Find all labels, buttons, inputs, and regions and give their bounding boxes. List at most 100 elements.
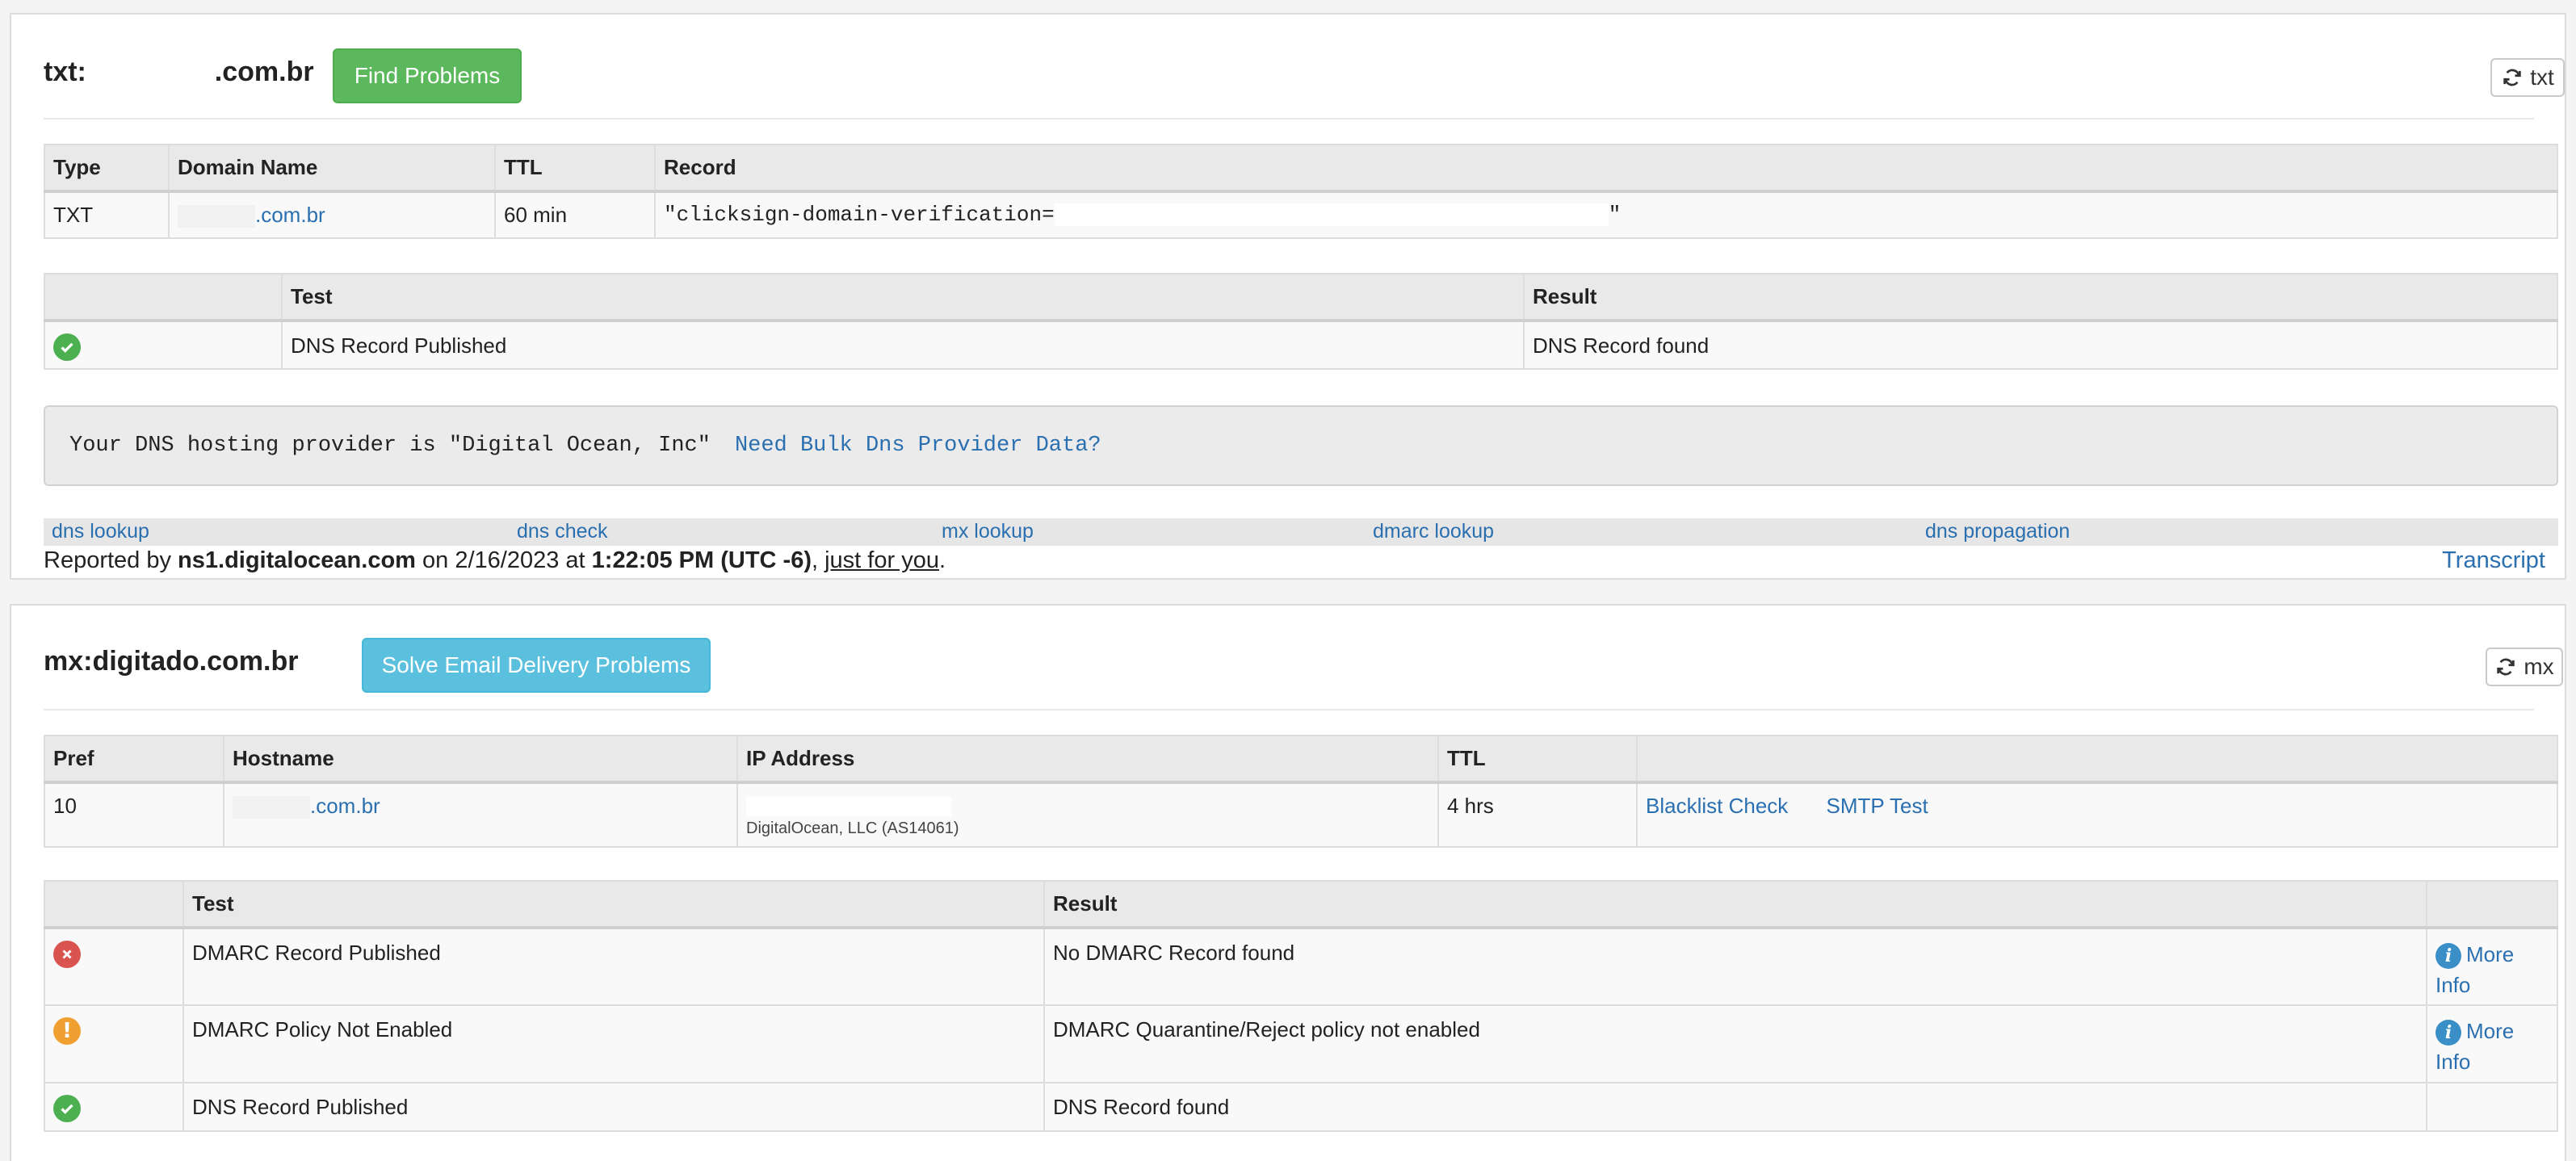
divider [44, 709, 2534, 710]
smtp-test-link[interactable]: SMTP Test [1827, 794, 1928, 818]
refresh-txt-button[interactable]: txt [2490, 58, 2565, 97]
reported-period: . [938, 547, 946, 573]
header-actions [1636, 735, 2558, 784]
cell-result: DMARC Quarantine/Reject policy not enabl… [1043, 1004, 2427, 1083]
redacted-domain [94, 69, 208, 78]
table-row: DNS Record Published DNS Record found [44, 1082, 2558, 1132]
reported-server: ns1.digitalocean.com [178, 547, 416, 573]
just-for-you-link[interactable]: just for you [824, 547, 939, 573]
more-info-link[interactable]: i More Info [2435, 942, 2514, 997]
reported-time: 1:22:05 PM (UTC -6) [591, 547, 812, 573]
bulk-dns-provider-link[interactable]: Need Bulk Dns Provider Data? [735, 434, 1101, 458]
reported-by-line: Reported by ns1.digitalocean.com on 2/16… [44, 547, 946, 574]
table-row: TXT .com.br 60 min "clicksign-domain-ver… [44, 191, 2558, 239]
domain-link[interactable]: .com.br [255, 203, 325, 227]
check-circle-icon [53, 1095, 81, 1122]
header-status [44, 273, 283, 322]
warning-circle-icon: ! [53, 1017, 81, 1045]
table-header-row: Pref Hostname IP Address TTL [44, 735, 2558, 784]
cell-actions: Blacklist Check SMTP Test [1636, 782, 2558, 848]
redacted-token [1054, 203, 1609, 227]
dmarc-lookup-link[interactable]: dmarc lookup [1373, 520, 1494, 543]
cell-domain: .com.br [168, 191, 496, 239]
header-ttl: TTL [494, 144, 656, 193]
cell-test: DMARC Policy Not Enabled [183, 1004, 1045, 1083]
table-row: 10 .com.br DigitalOcean, LLC (AS14061) 4… [44, 782, 2558, 848]
cell-result: No DMARC Record found [1043, 927, 2427, 1006]
header-result: Result [1523, 273, 2558, 322]
info-icon: i [2435, 1020, 2461, 1046]
header-ip-address: IP Address [736, 735, 1439, 784]
tool-links-bar: dns lookup dns check mx lookup dmarc loo… [44, 518, 2558, 546]
cell-ttl: 60 min [494, 191, 656, 239]
cell-test: DNS Record Published [183, 1082, 1045, 1132]
cell-status [44, 927, 184, 1006]
refresh-mx-button[interactable]: mx [2486, 648, 2563, 686]
cell-type: TXT [44, 191, 170, 239]
header-test: Test [281, 273, 1525, 322]
redacted-subdomain [233, 796, 310, 819]
header-domain-name: Domain Name [168, 144, 496, 193]
cell-more: i More Info [2426, 1004, 2558, 1083]
solve-email-delivery-button[interactable]: Solve Email Delivery Problems [362, 638, 711, 693]
dns-check-link[interactable]: dns check [517, 520, 608, 543]
header-status [44, 880, 184, 929]
dns-propagation-link[interactable]: dns propagation [1925, 520, 2070, 543]
hostname-link[interactable]: .com.br [310, 794, 380, 818]
header-more [2426, 880, 2558, 929]
cell-hostname: .com.br [223, 782, 738, 848]
txt-title: txt: .com.br [44, 57, 314, 88]
error-circle-icon [53, 941, 81, 968]
cell-status: ! [44, 1004, 184, 1083]
refresh-mx-label: mx [2524, 654, 2554, 679]
dns-lookup-link[interactable]: dns lookup [52, 520, 149, 543]
redacted-ip [746, 797, 951, 816]
table-header-row: Test Result [44, 880, 2558, 929]
mx-records-table: Pref Hostname IP Address TTL 10 .com.br … [44, 735, 2558, 848]
transcript-link[interactable]: Transcript [2442, 547, 2545, 574]
mx-panel: mx:digitado.com.br Solve Email Delivery … [10, 604, 2566, 1161]
refresh-icon [2497, 658, 2515, 676]
reported-prefix: Reported by [44, 547, 178, 573]
mx-test-table: Test Result DMARC Record Published No DM… [44, 880, 2558, 1132]
cell-status [44, 320, 283, 370]
cell-record: "clicksign-domain-verification= " [654, 191, 2558, 239]
txt-records-table: Type Domain Name TTL Record TXT .com.br … [44, 144, 2558, 239]
cell-more: i More Info [2426, 927, 2558, 1006]
cell-pref: 10 [44, 782, 224, 848]
mx-lookup-link[interactable]: mx lookup [942, 520, 1034, 543]
header-result: Result [1043, 880, 2427, 929]
txt-panel: txt: .com.br Find Problems txt Type Doma… [10, 13, 2566, 580]
table-header-row: Type Domain Name TTL Record [44, 144, 2558, 193]
header-test: Test [183, 880, 1045, 929]
mx-title: mx:digitado.com.br [44, 646, 299, 677]
dns-provider-box: Your DNS hosting provider is "Digital Oc… [44, 405, 2558, 486]
cell-ttl: 4 hrs [1437, 782, 1638, 848]
table-header-row: Test Result [44, 273, 2558, 322]
info-icon: i [2435, 943, 2461, 970]
cell-test: DMARC Record Published [183, 927, 1045, 1006]
txt-title-prefix: txt: [44, 57, 86, 87]
cell-more [2426, 1082, 2558, 1132]
cell-result: DNS Record found [1523, 320, 2558, 370]
record-suffix: " [1608, 203, 1622, 227]
table-row: ! DMARC Policy Not Enabled DMARC Quarant… [44, 1004, 2558, 1083]
more-info-link[interactable]: i More Info [2435, 1019, 2514, 1074]
header-ttl: TTL [1437, 735, 1638, 784]
find-problems-button[interactable]: Find Problems [333, 48, 522, 103]
redacted-subdomain [178, 205, 255, 228]
refresh-icon [2503, 69, 2521, 86]
cell-status [44, 1082, 184, 1132]
ip-org: DigitalOcean, LLC (AS14061) [746, 819, 959, 837]
record-prefix: "clicksign-domain-verification= [664, 203, 1055, 227]
divider [44, 118, 2534, 119]
reported-date: on 2/16/2023 at [415, 547, 592, 573]
cell-result: DNS Record found [1043, 1082, 2427, 1132]
provider-text: Your DNS hosting provider is "Digital Oc… [69, 434, 711, 458]
txt-test-table: Test Result DNS Record Published DNS Rec… [44, 273, 2558, 370]
check-circle-icon [53, 333, 81, 361]
header-type: Type [44, 144, 170, 193]
blacklist-check-link[interactable]: Blacklist Check [1646, 794, 1788, 818]
table-row: DMARC Record Published No DMARC Record f… [44, 927, 2558, 1006]
header-record: Record [654, 144, 2558, 193]
